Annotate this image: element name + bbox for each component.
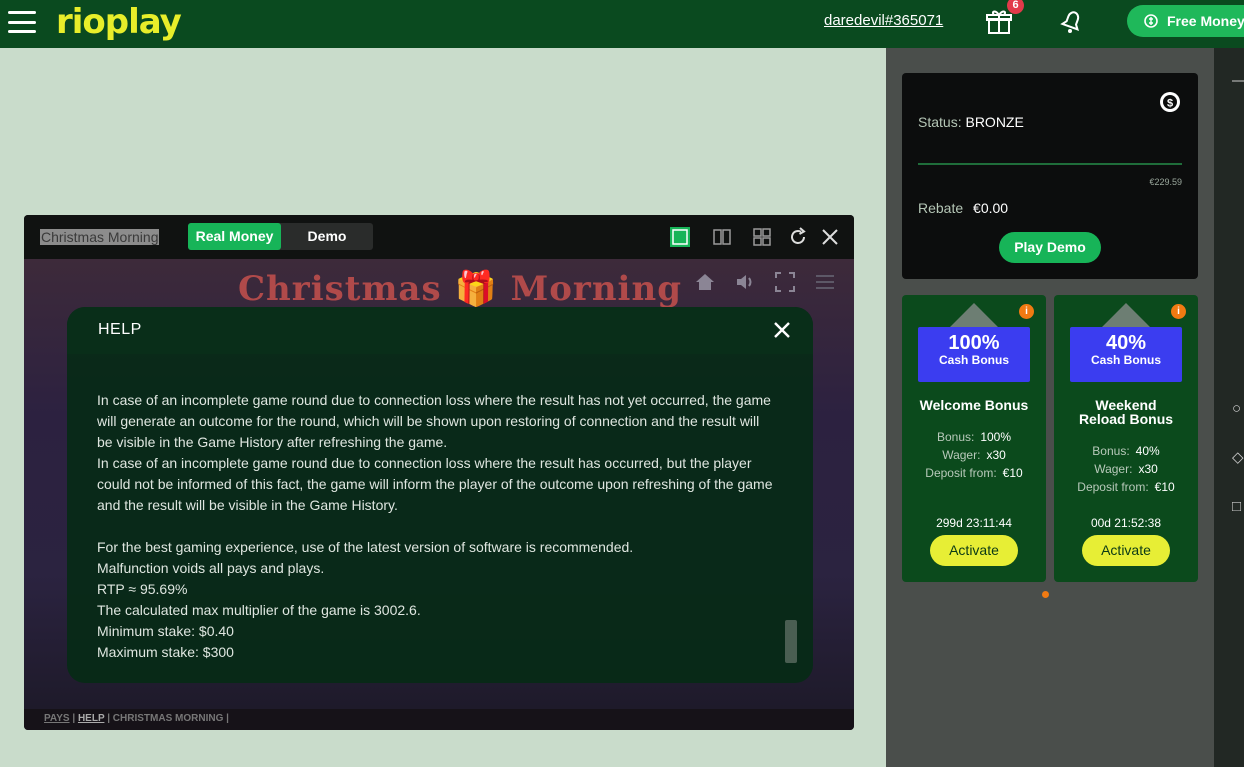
bonus-timer: 299d 23:11:44 (936, 516, 1012, 530)
gift-icon[interactable] (985, 8, 1013, 36)
real-money-tab[interactable]: Real Money (188, 223, 281, 250)
help-content: In case of an incomplete game round due … (97, 390, 777, 663)
top-bar: rioplay daredevil#365071 6 Free Money (0, 0, 1244, 48)
gift-count-badge: 6 (1007, 0, 1024, 14)
bonus-title: Weekend Reload Bonus (1078, 397, 1174, 427)
bonus-value: 100% (980, 430, 1012, 444)
demo-tab[interactable]: Demo (281, 223, 373, 250)
user-icon[interactable]: ○ (1232, 400, 1241, 417)
refresh-icon[interactable] (787, 226, 809, 248)
game-footer-links: PAYS | HELP | CHRISTMAS MORNING | (44, 713, 229, 724)
bonus-details: Bonus: 40% Wager: x30 Deposit from: €10 (1054, 442, 1198, 496)
help-paragraph: For the best gaming experience, use of t… (97, 539, 634, 555)
help-link[interactable]: HELP (78, 713, 105, 724)
deposit-value: €10 (1154, 480, 1175, 494)
bonus-percent: 40% (1105, 332, 1147, 354)
activate-button[interactable]: Activate (1082, 535, 1170, 566)
close-icon[interactable] (773, 321, 791, 339)
free-money-button[interactable]: Free Money (1127, 5, 1244, 37)
collapse-icon[interactable]: — (1232, 72, 1244, 89)
game-window-toolbar: Christmas Morning Real Money Demo (24, 215, 854, 259)
help-scrollbar[interactable] (785, 620, 797, 663)
bonus-value: 40% (1135, 444, 1160, 458)
menu-icon[interactable] (8, 11, 36, 33)
status-line: Status: BRONZE (918, 114, 1024, 130)
info-icon[interactable]: i (1171, 304, 1186, 319)
svg-text:$: $ (1167, 98, 1173, 110)
bonus-details: Bonus: 100% Wager: x30 Deposit from: €10 (902, 428, 1046, 482)
wager-label: Wager: (1094, 462, 1133, 476)
bonus-title: Welcome Bonus (919, 397, 1029, 413)
rebate-label: Rebate (918, 200, 964, 216)
help-paragraph: In case of an incomplete game round due … (97, 392, 771, 450)
activate-button[interactable]: Activate (930, 535, 1018, 566)
bonus-banner: 40% Cash Bonus (1070, 327, 1182, 382)
status-card: $ Status: BRONZE €229.59 Rebate €0.00 Pl… (902, 73, 1198, 279)
game-logo: Christmas 🎁 Morning (238, 269, 682, 309)
site-logo[interactable]: rioplay (56, 2, 182, 42)
status-value: BRONZE (965, 114, 1024, 130)
deposit-value: €10 (1002, 466, 1023, 480)
fullscreen-icon[interactable] (774, 271, 796, 293)
free-money-label: Free Money (1167, 13, 1244, 29)
close-icon[interactable] (819, 226, 841, 248)
box-icon[interactable]: ◇ (1232, 448, 1244, 466)
deposit-label: Deposit from: (1077, 480, 1149, 494)
mode-toggle: Real Money Demo (188, 223, 373, 250)
sound-icon[interactable] (734, 271, 756, 293)
grid-view-icon[interactable] (751, 226, 773, 248)
bonus-label: Bonus: (1092, 444, 1130, 458)
help-paragraph: Minimum stake: $0.40 (97, 623, 234, 639)
rebate-line: Rebate €0.00 (918, 200, 1008, 216)
bonus-timer: 00d 21:52:38 (1090, 516, 1162, 530)
status-progress-bar (918, 163, 1182, 165)
pays-link[interactable]: PAYS (44, 713, 70, 724)
money-icon (1144, 14, 1158, 28)
help-paragraph: Malfunction voids all pays and plays. (97, 560, 325, 576)
bonus-card-weekend-reload: i 40% Cash Bonus Weekend Reload Bonus Bo… (1054, 295, 1198, 582)
status-label: Status: (918, 114, 962, 130)
help-title: HELP (98, 321, 142, 338)
game-menu-icon[interactable] (814, 271, 836, 293)
help-paragraph: RTP ≈ 95.69% (97, 581, 188, 597)
bonus-card-welcome: i 100% Cash Bonus Welcome Bonus Bonus: 10… (902, 295, 1046, 582)
help-paragraph: Maximum stake: $300 (97, 644, 234, 660)
help-header: HELP (67, 307, 813, 354)
bonus-type: Cash Bonus (1090, 353, 1161, 367)
rebate-value: €0.00 (973, 200, 1009, 216)
bell-icon[interactable] (1058, 7, 1086, 35)
game-controls (694, 271, 836, 293)
deposit-label: Deposit from: (925, 466, 997, 480)
wager-label: Wager: (942, 448, 981, 462)
play-demo-button[interactable]: Play Demo (999, 232, 1101, 263)
home-icon[interactable] (694, 271, 716, 293)
wager-value: x30 (986, 448, 1006, 462)
bonus-type: Cash Bonus (938, 353, 1009, 367)
help-paragraph: The calculated max multiplier of the gam… (97, 602, 421, 618)
bonus-banner: 100% Cash Bonus (918, 327, 1030, 382)
dollar-settings-icon[interactable]: $ (1158, 90, 1182, 114)
split-view-icon[interactable] (711, 226, 733, 248)
wager-value: x30 (1138, 462, 1158, 476)
username-link[interactable]: daredevil#365071 (824, 12, 943, 29)
help-modal: HELP In case of an incomplete game round… (67, 307, 813, 683)
bonus-percent: 100% (948, 332, 1000, 354)
game-title: Christmas Morning (40, 229, 160, 245)
single-view-icon[interactable] (669, 226, 691, 248)
info-icon[interactable]: i (1019, 304, 1034, 319)
help-paragraph: In case of an incomplete game round due … (97, 455, 773, 513)
side-rail: — ○ ◇ □ (1214, 48, 1244, 767)
progress-target: €229.59 (1149, 177, 1182, 187)
bonus-label: Bonus: (936, 430, 975, 444)
carousel-dot[interactable] (1042, 591, 1049, 598)
game-name-label: CHRISTMAS MORNING (112, 713, 224, 724)
help-spacer (97, 516, 777, 537)
gift-small-icon[interactable]: □ (1232, 498, 1241, 515)
